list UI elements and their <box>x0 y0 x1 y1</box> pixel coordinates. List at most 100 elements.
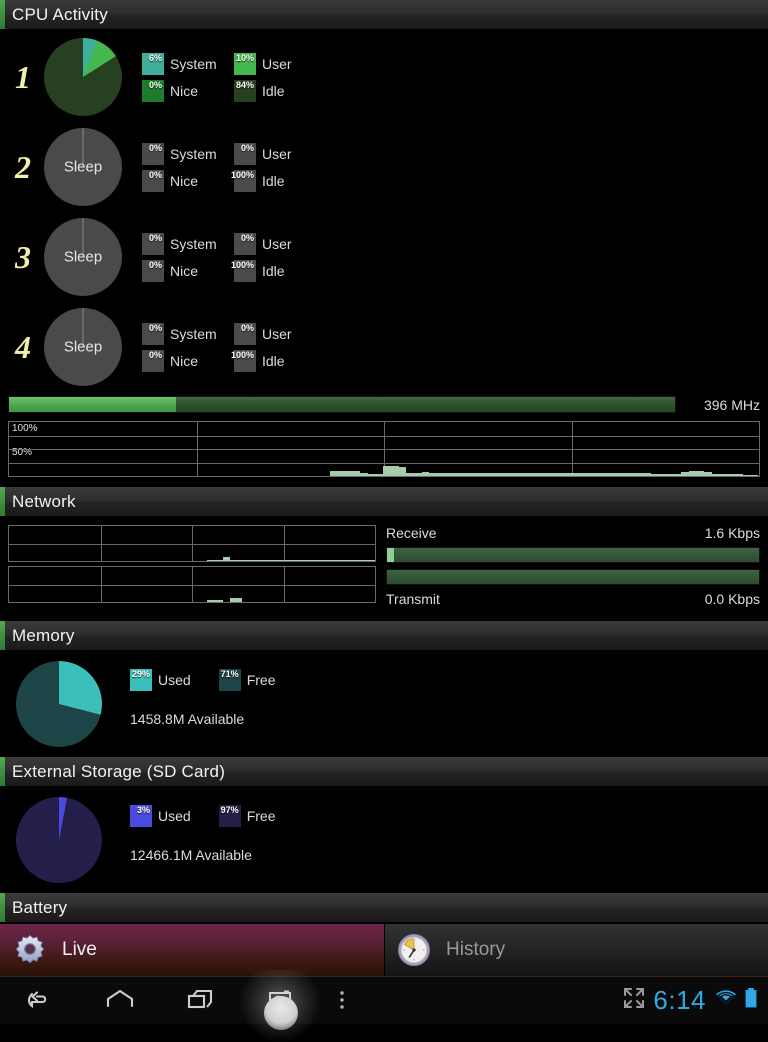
storage-free-label: Free <box>246 808 276 824</box>
network-transmit-line: Transmit 0.0 Kbps <box>386 591 760 607</box>
cpu-core-legend: 0% System 0% User 0% Nice 100% Idle <box>142 140 326 194</box>
tab-bar: Live History <box>0 923 768 976</box>
cpu-frequency-value: 396 MHz <box>703 396 760 413</box>
legend-label: User <box>262 235 292 252</box>
section-header-network: Network <box>0 487 768 517</box>
legend-label: User <box>262 325 292 342</box>
legend-label: System <box>170 55 217 72</box>
wifi-icon <box>714 988 738 1013</box>
legend-swatch: 0% <box>142 142 164 165</box>
cpu-core-legend: 6% System 10% User 0% Nice 84% Idle <box>142 50 326 104</box>
memory-used-swatch: 29% <box>130 669 152 691</box>
network-transmit-label: Transmit <box>386 591 440 607</box>
legend-label: Idle <box>262 82 285 99</box>
cpu-core-number: 3 <box>15 238 31 275</box>
cpu-core-pie-wrap: Sleep <box>40 218 126 296</box>
storage-used-label: Used <box>158 808 191 824</box>
status-bar-clock: 6:14 <box>653 984 706 1015</box>
memory-legend-free: 71% Free <box>218 669 275 691</box>
cpu-core-row: 1 6% System 10% User 0% Nice 84% Idle <box>0 32 768 122</box>
storage-legend-used: 3% Used <box>130 805 191 827</box>
network-receive-label: Receive <box>386 525 437 541</box>
recents-icon[interactable] <box>160 976 240 1024</box>
page-title: CPU Activity <box>12 4 108 24</box>
legend-label: Idle <box>262 352 285 369</box>
legend-item: 0% System <box>142 142 234 165</box>
section-accent-bar <box>0 621 5 650</box>
section-header-battery: Battery <box>0 893 768 923</box>
legend-label: System <box>170 145 217 162</box>
storage-legend: 3% Used 97% Free <box>130 805 303 827</box>
legend-label: User <box>262 55 292 72</box>
network-receive-bar-background <box>387 548 759 562</box>
android-navigation-bar: 6:14 <box>0 970 768 1042</box>
network-graphs <box>8 525 376 607</box>
cpu-core-sleep-label: Sleep <box>63 248 103 266</box>
network-receive-line: Receive 1.6 Kbps <box>386 525 760 541</box>
network-body: Receive 1.6 Kbps Transmit 0.0 Kbps <box>0 525 768 607</box>
legend-swatch: 100% <box>231 169 256 192</box>
legend-label: Idle <box>262 262 285 279</box>
legend-item: 0% User <box>234 142 326 165</box>
legend-item: 100% Idle <box>231 259 326 282</box>
legend-item: 0% System <box>142 322 234 345</box>
legend-swatch: 0% <box>142 169 164 192</box>
storage-pie-chart <box>16 797 102 883</box>
tab-history[interactable]: History <box>384 924 768 976</box>
legend-swatch: 6% <box>142 52 164 75</box>
section-accent-bar <box>0 893 5 922</box>
legend-swatch: 0% <box>142 349 164 372</box>
legend-label: Idle <box>262 172 285 189</box>
cpu-core-legend: 0% System 0% User 0% Nice 100% Idle <box>142 230 326 284</box>
memory-used-label: Used <box>158 672 191 688</box>
status-icons: 6:14 <box>623 985 768 1016</box>
cpu-core-number: 2 <box>15 148 31 185</box>
legend-item: 0% Nice <box>142 79 234 102</box>
fullscreen-icon[interactable] <box>623 987 645 1014</box>
legend-item: 0% Nice <box>142 349 234 372</box>
tab-live-label: Live <box>62 939 97 960</box>
legend-label: Nice <box>170 352 199 369</box>
network-receive-graph <box>8 525 376 562</box>
cpu-frequency-bar <box>8 396 676 413</box>
storage-details: 3% Used 97% Free 12466.1M Available <box>130 797 303 883</box>
section-header-cpu: CPU Activity <box>0 0 768 30</box>
section-header-memory: Memory <box>0 621 768 651</box>
section-title-battery: Battery <box>12 897 68 917</box>
legend-item: 100% Idle <box>231 349 326 372</box>
cpu-frequency-bar-fill <box>9 397 176 412</box>
legend-item: 100% Idle <box>231 169 326 192</box>
section-accent-bar <box>0 487 5 516</box>
legend-item: 84% Idle <box>234 79 326 102</box>
section-header-storage: External Storage (SD Card) <box>0 757 768 787</box>
memory-legend: 29% Used 71% Free <box>130 669 303 691</box>
cpu-cores-list: 1 6% System 10% User 0% Nice 84% Idle 2 Sleep 0% Sys… <box>0 30 768 392</box>
memory-pie-chart <box>16 661 102 747</box>
legend-swatch: 100% <box>231 349 256 372</box>
tab-live[interactable]: Live <box>0 924 384 976</box>
memory-body: 29% Used 71% Free 1458.8M Available <box>0 651 768 757</box>
network-transmit-graph <box>8 566 376 603</box>
overflow-menu-icon[interactable] <box>320 976 364 1024</box>
cpu-core-pie-chart <box>44 38 122 116</box>
legend-swatch: 0% <box>142 259 164 282</box>
home-button-highlight[interactable] <box>264 996 298 1030</box>
cpu-core-pie-chart: Sleep <box>44 128 122 206</box>
cpu-history-graph: 100% 50% <box>8 421 760 477</box>
network-transmit-value: 0.0 Kbps <box>704 591 760 607</box>
legend-swatch: 100% <box>231 259 256 282</box>
section-title-memory: Memory <box>12 625 75 645</box>
storage-used-swatch: 3% <box>130 805 152 827</box>
home-icon[interactable] <box>80 976 160 1024</box>
storage-free-swatch: 97% <box>218 805 241 827</box>
navbar-buttons <box>0 976 364 1024</box>
legend-label: Nice <box>170 262 199 279</box>
cpu-core-legend: 0% System 0% User 0% Nice 100% Idle <box>142 320 326 374</box>
back-icon[interactable] <box>0 976 80 1024</box>
section-title-network: Network <box>12 491 76 511</box>
storage-available-text: 12466.1M Available <box>130 847 252 863</box>
legend-item: 0% User <box>234 232 326 255</box>
cpu-core-row: 3 Sleep 0% System 0% User 0% Nice 100% Idle <box>0 212 768 302</box>
memory-free-swatch: 71% <box>218 669 241 691</box>
legend-swatch: 0% <box>142 232 164 255</box>
